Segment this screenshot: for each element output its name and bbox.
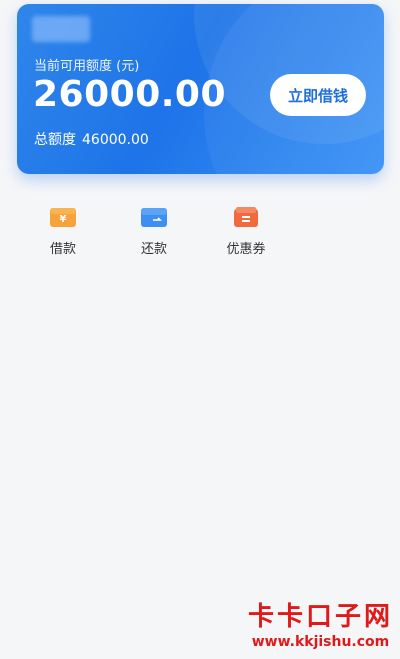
available-credit-label: 当前可用额度 (元) bbox=[34, 59, 140, 74]
action-borrow[interactable]: ¥ 借款 bbox=[18, 203, 108, 257]
watermark-url: www.kkjishu.com bbox=[251, 634, 390, 650]
action-repay-label: 还款 bbox=[140, 242, 167, 257]
blurred-account-name bbox=[32, 16, 90, 42]
quick-actions: ¥ 借款 还款 优惠券 bbox=[18, 203, 318, 263]
action-repay[interactable]: 还款 bbox=[109, 203, 199, 257]
action-borrow-label: 借款 bbox=[49, 242, 76, 257]
credit-card: 当前可用额度 (元) 26000.00 总额度 46000.00 立即借钱 bbox=[17, 4, 384, 174]
coupon-icon bbox=[234, 207, 258, 227]
total-credit-amount: 46000.00 bbox=[82, 132, 149, 148]
available-credit-amount: 26000.00 bbox=[33, 74, 227, 115]
card-icon bbox=[141, 208, 167, 227]
action-coupon-label: 优惠券 bbox=[226, 242, 266, 257]
watermark: 卡卡口子网 www.kkjishu.com bbox=[248, 601, 393, 651]
total-credit-row: 总额度 46000.00 bbox=[34, 129, 155, 149]
svg-text:¥: ¥ bbox=[60, 214, 67, 225]
total-credit-label: 总额度 bbox=[34, 132, 76, 148]
action-coupon[interactable]: 优惠券 bbox=[201, 203, 291, 257]
watermark-title: 卡卡口子网 bbox=[247, 602, 393, 632]
borrow-now-button[interactable]: 立即借钱 bbox=[270, 74, 366, 116]
wallet-icon: ¥ bbox=[50, 208, 76, 227]
